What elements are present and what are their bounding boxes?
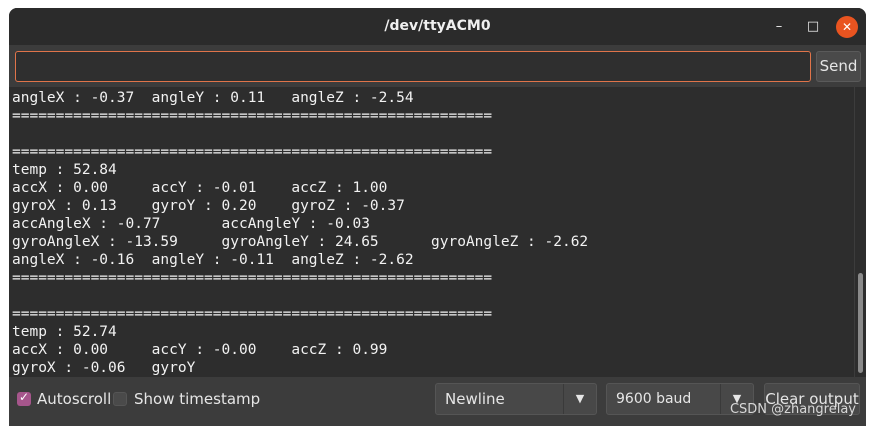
- output-line: gyroX : 0.13 gyroY : 0.20 gyroZ : -0.37: [12, 198, 405, 214]
- output-line: accX : 0.00 accY : -0.01 accZ : 1.00: [12, 180, 388, 196]
- output-line: temp : 52.74: [12, 324, 117, 340]
- show-timestamp-checkbox[interactable]: [113, 392, 127, 406]
- serial-output-text: angleX : -0.37 angleY : 0.11 angleZ : -2…: [9, 87, 854, 377]
- output-line: gyroX : -0.06 gyroY: [12, 360, 196, 376]
- line-ending-select[interactable]: Newline ▼: [435, 383, 597, 415]
- output-line: accX : 0.00 accY : -0.00 accZ : 0.99: [12, 342, 388, 358]
- autoscroll-label[interactable]: Autoscroll: [37, 390, 111, 408]
- serial-monitor-window: /dev/ttyACM0 – □ ✕ Send angleX : -0.37 a…: [9, 8, 866, 426]
- output-line: ========================================…: [12, 306, 493, 322]
- maximize-button[interactable]: □: [802, 16, 824, 38]
- output-line: accAngleX : -0.77 accAngleY : -0.03: [12, 216, 370, 232]
- close-button[interactable]: ✕: [836, 16, 858, 38]
- autoscroll-checkbox[interactable]: ✓: [17, 390, 31, 406]
- output-line: ========================================…: [12, 144, 493, 160]
- baud-rate-value: 9600 baud: [616, 391, 692, 407]
- scrollbar-thumb[interactable]: [858, 273, 863, 373]
- minimize-button[interactable]: –: [768, 16, 790, 38]
- output-line: temp : 52.84: [12, 162, 117, 178]
- send-button[interactable]: Send: [816, 51, 861, 82]
- output-line: ========================================…: [12, 270, 493, 286]
- watermark: CSDN @zhangrelay: [729, 402, 856, 417]
- send-input[interactable]: [15, 51, 811, 82]
- footer-bar: ✓ Autoscroll Show timestamp Newline ▼ 96…: [9, 377, 866, 426]
- serial-output[interactable]: angleX : -0.37 angleY : 0.11 angleZ : -2…: [9, 87, 854, 377]
- output-line: angleX : -0.37 angleY : 0.11 angleZ : -2…: [12, 90, 414, 106]
- show-timestamp-label[interactable]: Show timestamp: [134, 390, 260, 408]
- output-line: angleX : -0.16 angleY : -0.11 angleZ : -…: [12, 252, 414, 268]
- window-title: /dev/ttyACM0: [384, 18, 491, 34]
- output-line: gyroAngleX : -13.59 gyroAngleY : 24.65 g…: [12, 234, 589, 250]
- chevron-down-icon[interactable]: ▼: [563, 384, 596, 414]
- title-bar[interactable]: /dev/ttyACM0 – □ ✕: [9, 8, 866, 45]
- line-ending-value: Newline: [445, 390, 505, 408]
- check-icon: ✓: [18, 390, 30, 404]
- output-line: ========================================…: [12, 108, 493, 124]
- output-scrollbar[interactable]: [855, 87, 866, 377]
